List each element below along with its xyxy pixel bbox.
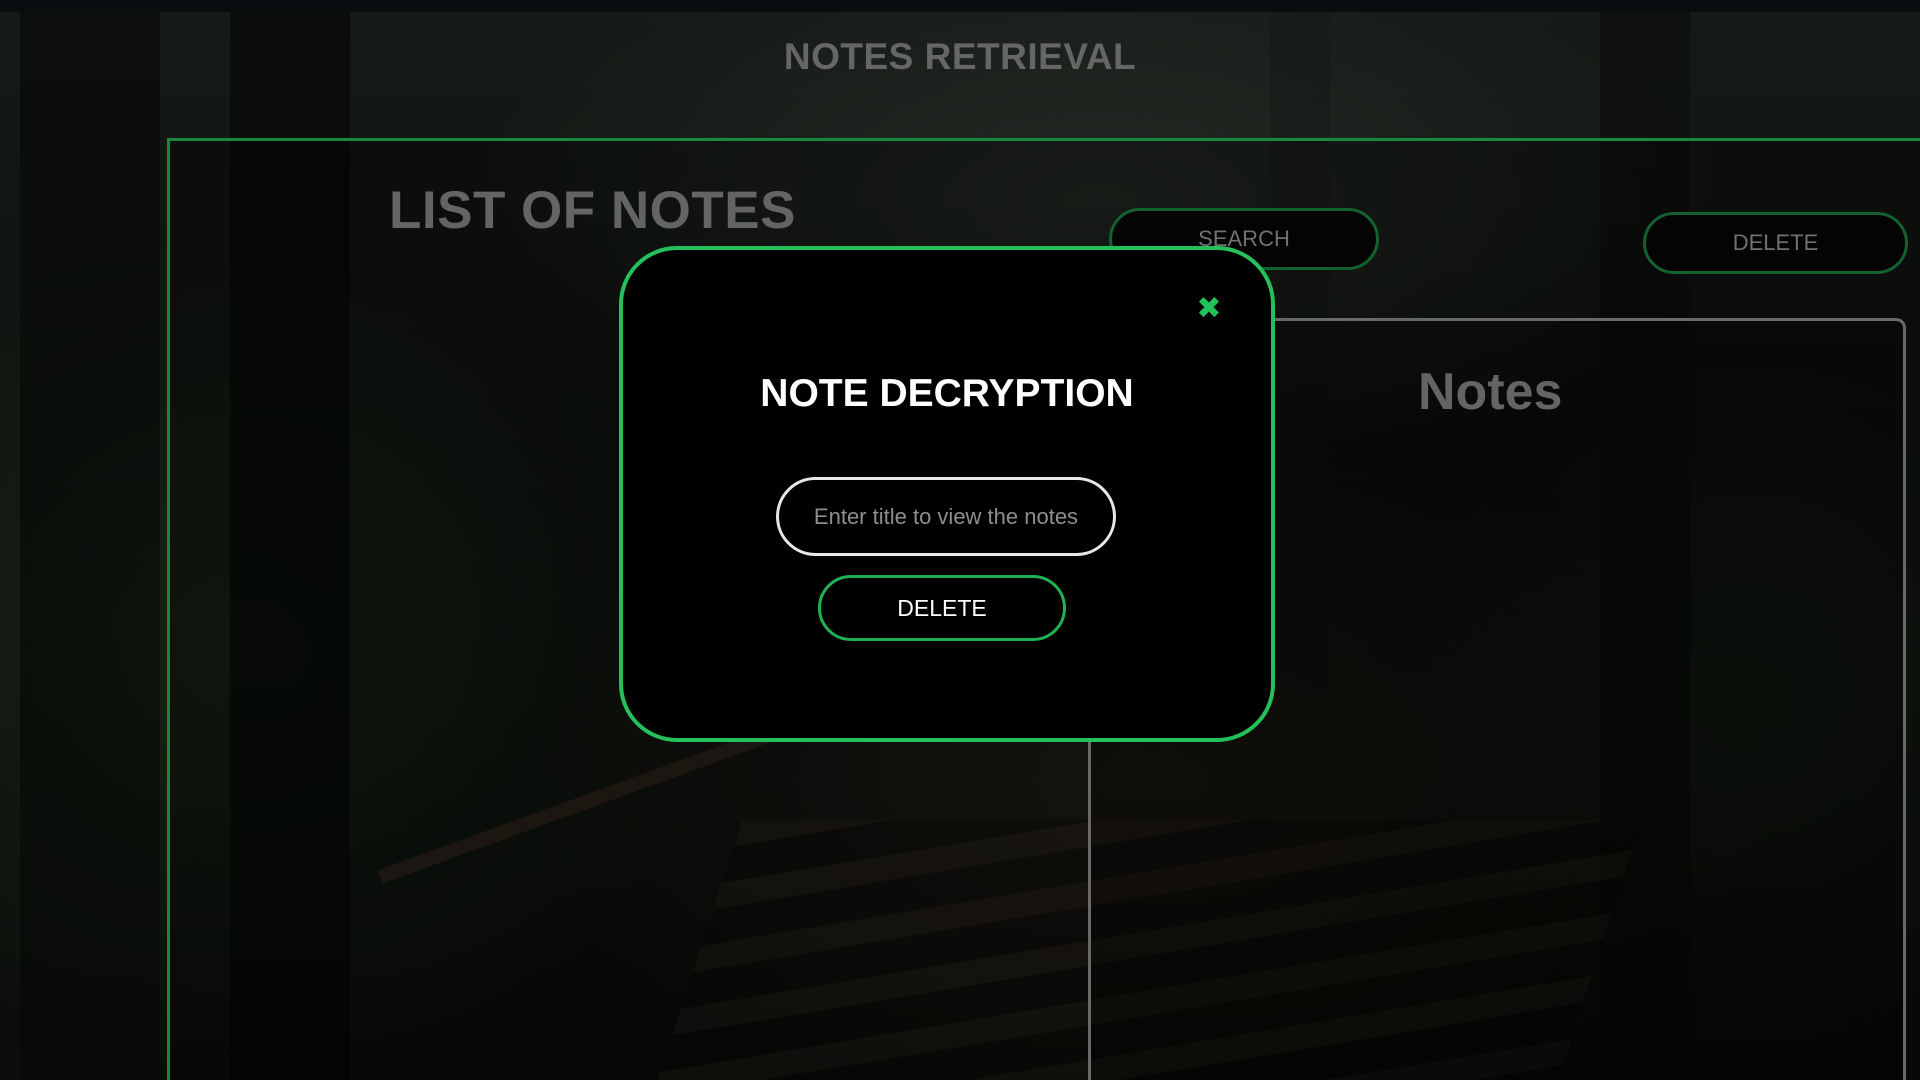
close-icon[interactable]: ✖ [1196,294,1222,324]
modal-delete-button[interactable]: DELETE [818,575,1066,641]
note-title-input[interactable] [776,477,1116,556]
app-root: NOTES RETRIEVAL LIST OF NOTES SEARCH DEL… [0,0,1920,1080]
modal-title: NOTE DECRYPTION [760,372,1134,415]
